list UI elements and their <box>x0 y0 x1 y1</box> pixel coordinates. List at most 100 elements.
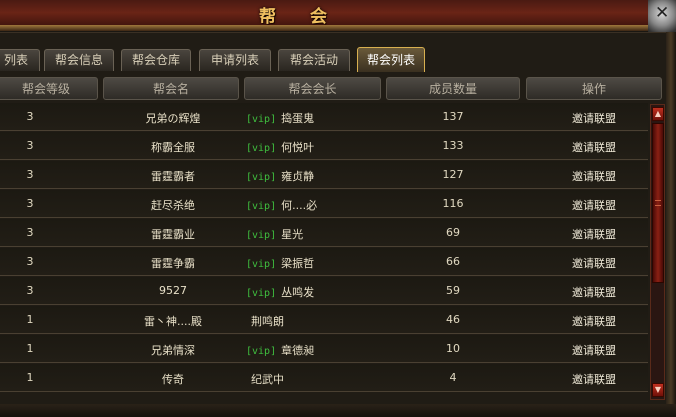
column-header-level[interactable]: 帮会等级 <box>0 77 98 100</box>
guild-level: 1 <box>26 342 34 355</box>
invite-alliance-button[interactable]: 邀请联盟 <box>540 226 648 242</box>
vip-badge: [vip] <box>246 172 277 183</box>
invite-alliance-button[interactable]: 邀请联盟 <box>540 197 648 213</box>
guild-leader: [vip] 雍贞静 <box>246 168 314 184</box>
guild-level: 3 <box>26 197 34 210</box>
guild-name: 雷霆霸者 <box>151 170 195 183</box>
invite-alliance-button[interactable]: 邀请联盟 <box>540 139 648 155</box>
invite-alliance-button[interactable]: 邀请联盟 <box>540 110 648 126</box>
column-header: 帮会等级 帮会名 帮会会长 成员数量 操作 <box>0 77 662 101</box>
column-header-name[interactable]: 帮会名 <box>103 77 239 100</box>
invite-alliance-button[interactable]: 邀请联盟 <box>540 342 648 358</box>
guild-level: 3 <box>26 168 34 181</box>
guild-leader: [vip] 捣蛋鬼 <box>246 110 314 126</box>
close-icon: ✕ <box>655 3 670 23</box>
tab-guild-list[interactable]: 帮会列表 <box>357 47 425 72</box>
guild-level: 3 <box>26 226 34 239</box>
table-row: 3 雷霆霸者 [vip] 雍贞静 127 邀请联盟 <box>0 161 648 189</box>
table-row: 3 赶尽杀绝 [vip] 何....必 116 邀请联盟 <box>0 190 648 218</box>
leader-name: 雍贞静 <box>281 170 315 183</box>
guild-leader: 纪武中 <box>246 371 284 387</box>
guild-leader: [vip] 何....必 <box>246 197 317 213</box>
guild-leader: [vip] 梁振哲 <box>246 255 314 271</box>
vip-badge: [vip] <box>246 143 277 154</box>
guild-level: 1 <box>26 313 34 326</box>
leader-name: 纪武中 <box>251 373 284 386</box>
vip-badge: [vip] <box>246 114 277 125</box>
table-row: 3 雷霆霸业 [vip] 星光 69 邀请联盟 <box>0 219 648 247</box>
leader-name: 捣蛋鬼 <box>281 112 315 125</box>
arrow-down-icon: ▼ <box>654 385 662 394</box>
guild-name: 9527 <box>159 284 187 297</box>
guild-name: 雷霆霸业 <box>151 228 195 241</box>
table-row: 3 雷霆争霸 [vip] 梁振哲 66 邀请联盟 <box>0 248 648 276</box>
table-row: 3 9527 [vip] 丛鸣发 59 邀请联盟 <box>0 277 648 305</box>
member-count: 137 <box>442 110 464 123</box>
tab-list[interactable]: 列表 <box>0 49 40 71</box>
leader-name: 何....必 <box>281 199 318 212</box>
table-row: 3 称霸全服 [vip] 何悦叶 133 邀请联盟 <box>0 132 648 160</box>
guild-level: 3 <box>26 110 34 123</box>
tab-guild-info[interactable]: 帮会信息 <box>44 49 114 71</box>
table-row: 1 传奇 纪武中 4 邀请联盟 <box>0 364 648 392</box>
member-count: 59 <box>446 284 460 297</box>
window-title: 帮 会 <box>259 7 341 27</box>
leader-name: 星光 <box>281 228 304 241</box>
guild-name: 称霸全服 <box>151 141 195 154</box>
member-count: 133 <box>442 139 464 152</box>
leader-name: 章德昶 <box>281 344 315 357</box>
guild-leader: [vip] 星光 <box>246 226 303 242</box>
scroll-down-button[interactable]: ▼ <box>652 383 664 397</box>
vip-badge: [vip] <box>246 259 277 270</box>
guild-name: 雷丶神....殿 <box>144 315 202 328</box>
guild-name: 兄弟情深 <box>151 344 195 357</box>
vip-badge: [vip] <box>246 201 277 212</box>
frame-right-edge <box>666 32 676 417</box>
guild-level: 3 <box>26 139 34 152</box>
tab-application-list[interactable]: 申请列表 <box>199 49 271 71</box>
member-count: 4 <box>449 371 457 384</box>
title-bar-rim <box>0 25 676 31</box>
invite-alliance-button[interactable]: 邀请联盟 <box>540 313 648 329</box>
guild-level: 1 <box>26 371 34 384</box>
guild-leader: 荆鸣朗 <box>246 313 284 329</box>
invite-alliance-button[interactable]: 邀请联盟 <box>540 168 648 184</box>
scroll-thumb[interactable] <box>652 123 664 283</box>
tab-guild-warehouse[interactable]: 帮会仓库 <box>121 49 191 71</box>
guild-leader: [vip] 章德昶 <box>246 342 314 358</box>
guild-leader: [vip] 丛鸣发 <box>246 284 314 300</box>
guild-leader: [vip] 何悦叶 <box>246 139 314 155</box>
table-row: 1 兄弟情深 [vip] 章德昶 10 邀请联盟 <box>0 335 648 363</box>
arrow-up-icon: ▲ <box>654 109 662 118</box>
leader-name: 荆鸣朗 <box>251 315 284 328</box>
grip-icon <box>655 200 661 206</box>
column-header-action[interactable]: 操作 <box>526 77 662 100</box>
leader-name: 丛鸣发 <box>281 286 315 299</box>
invite-alliance-button[interactable]: 邀请联盟 <box>540 284 648 300</box>
invite-alliance-button[interactable]: 邀请联盟 <box>540 255 648 271</box>
guild-name: 兄弟の辉煌 <box>145 112 201 125</box>
member-count: 66 <box>446 255 460 268</box>
tab-guild-activities[interactable]: 帮会活动 <box>278 49 350 71</box>
leader-name: 何悦叶 <box>281 141 315 154</box>
column-header-members[interactable]: 成员数量 <box>386 77 520 100</box>
guild-level: 3 <box>26 255 34 268</box>
member-count: 46 <box>446 313 460 326</box>
guild-name: 传奇 <box>162 373 184 386</box>
member-count: 69 <box>446 226 460 239</box>
vip-badge: [vip] <box>246 230 277 241</box>
frame-bottom-edge <box>0 404 676 417</box>
member-count: 116 <box>442 197 464 210</box>
member-count: 10 <box>446 342 460 355</box>
member-count: 127 <box>442 168 464 181</box>
column-header-leader[interactable]: 帮会会长 <box>244 77 381 100</box>
vertical-scrollbar[interactable]: ▲ ▼ <box>650 104 665 400</box>
table-row: 3 兄弟の辉煌 [vip] 捣蛋鬼 137 邀请联盟 <box>0 103 648 131</box>
guild-name: 赶尽杀绝 <box>151 199 195 212</box>
invite-alliance-button[interactable]: 邀请联盟 <box>540 371 648 387</box>
guild-name: 雷霆争霸 <box>151 257 195 270</box>
vip-badge: [vip] <box>246 288 277 299</box>
table-row: 1 雷丶神....殿 荆鸣朗 46 邀请联盟 <box>0 306 648 334</box>
title-bar: 帮 会 <box>0 0 676 31</box>
scroll-up-button[interactable]: ▲ <box>652 107 664 121</box>
